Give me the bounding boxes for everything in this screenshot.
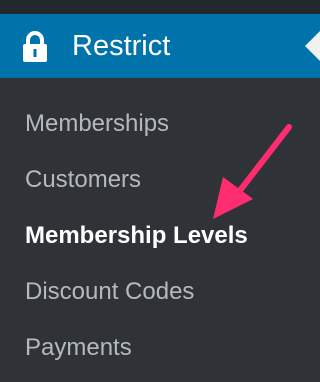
menu-item-restrict[interactable]: Restrict: [0, 14, 320, 78]
submenu: Memberships Customers Membership Levels …: [0, 78, 320, 382]
admin-menu-top-strip: [0, 0, 320, 14]
menu-title: Restrict: [72, 30, 171, 62]
submenu-item-customers[interactable]: Customers: [25, 165, 141, 195]
submenu-item-membership-levels[interactable]: Membership Levels: [25, 221, 248, 251]
submenu-item-payments[interactable]: Payments: [25, 333, 132, 363]
submenu-item-memberships[interactable]: Memberships: [25, 109, 169, 139]
current-menu-pointer: [305, 31, 320, 61]
lock-icon: [23, 31, 47, 62]
submenu-item-discount-codes[interactable]: Discount Codes: [25, 277, 194, 307]
